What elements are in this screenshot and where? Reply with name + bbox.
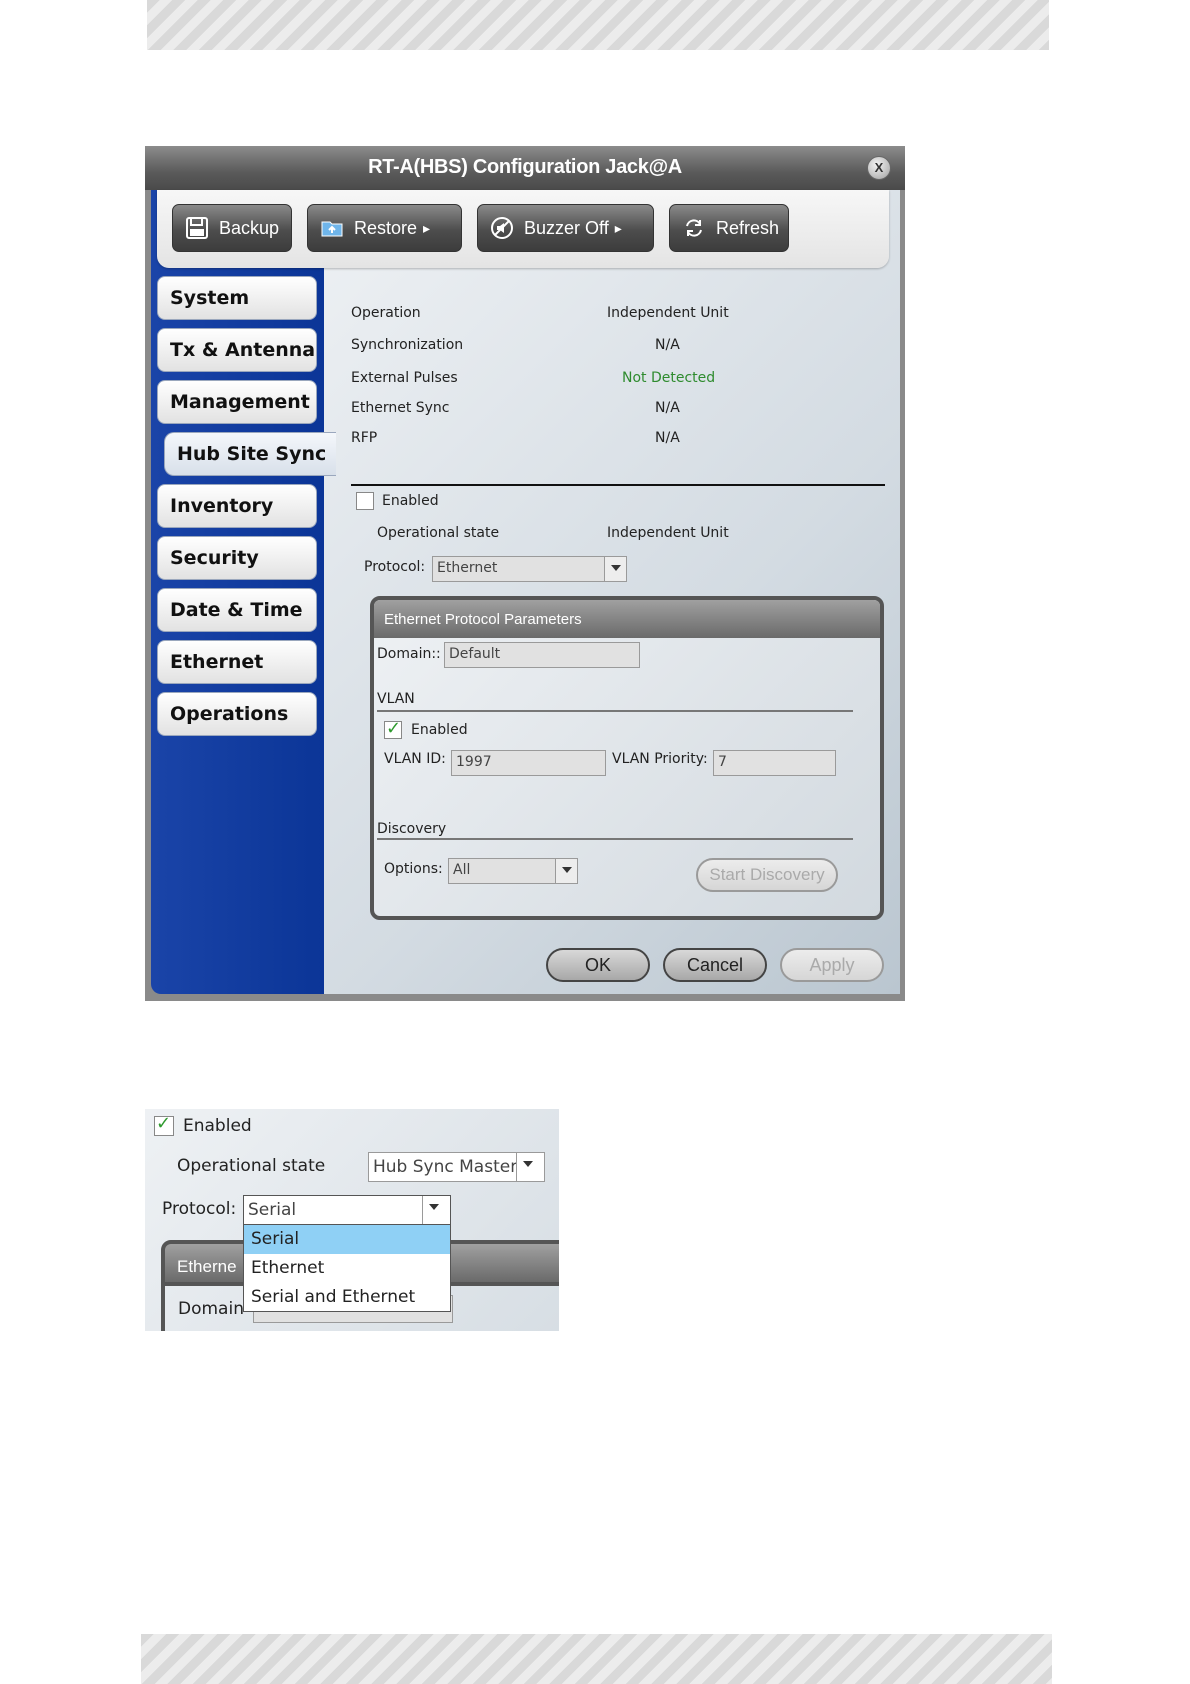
- ok-button[interactable]: OK: [546, 948, 650, 982]
- snippet-operational-state-select[interactable]: Hub Sync Master: [368, 1152, 545, 1182]
- hss-enabled-checkbox[interactable]: [356, 492, 374, 510]
- domain-field[interactable]: Default: [444, 642, 640, 668]
- vlan-enabled-label: Enabled: [411, 722, 468, 738]
- snippet-domain-label: Domain: [178, 1299, 244, 1319]
- backup-label: Backup: [219, 217, 280, 238]
- discovery-divider: [377, 838, 853, 840]
- dropdown-option-serial-and-ethernet[interactable]: Serial and Ethernet: [244, 1283, 450, 1312]
- title-bar[interactable]: RT-A(HBS) Configuration Jack@A X: [145, 146, 905, 190]
- vlan-section-title: VLAN: [377, 691, 415, 707]
- close-button[interactable]: X: [867, 156, 891, 180]
- protocol-select[interactable]: Ethernet: [432, 556, 627, 582]
- group-header: Ethernet Protocol Parameters: [374, 600, 880, 638]
- dropdown-option-ethernet[interactable]: Ethernet: [244, 1254, 450, 1283]
- snippet-protocol-value: Serial: [248, 1200, 297, 1220]
- vlan-priority-label: VLAN Priority:: [612, 751, 708, 767]
- save-icon: [186, 217, 208, 239]
- nav-inventory[interactable]: Inventory: [157, 484, 317, 528]
- nav-tx-antenna[interactable]: Tx & Antenna: [157, 328, 317, 372]
- section-divider: [351, 484, 885, 486]
- page-footer-band: [141, 1634, 1052, 1684]
- chevron-down-icon[interactable]: [516, 1153, 544, 1181]
- nav-hub-site-sync[interactable]: Hub Site Sync: [164, 432, 336, 476]
- folder-icon: [321, 221, 343, 237]
- refresh-button[interactable]: Refresh: [669, 204, 789, 252]
- chevron-down-icon[interactable]: [555, 859, 577, 883]
- apply-button[interactable]: Apply: [780, 948, 884, 982]
- vlan-id-label: VLAN ID:: [384, 751, 446, 767]
- status-label-operation: Operation: [351, 305, 421, 321]
- cancel-button[interactable]: Cancel: [663, 948, 767, 982]
- chevron-down-icon[interactable]: [422, 1196, 450, 1224]
- buzzer-off-label: Buzzer Off: [524, 217, 609, 238]
- snippet-operational-state-label: Operational state: [177, 1156, 326, 1176]
- snippet-enabled-label: Enabled: [183, 1116, 252, 1136]
- nav-operations[interactable]: Operations: [157, 692, 317, 736]
- nav-management[interactable]: Management: [157, 380, 317, 424]
- status-value-external-pulses: Not Detected: [622, 370, 716, 386]
- toolbar: Backup Restore ▸ Buzzer Off ▸ Refresh: [157, 190, 889, 268]
- nav-system[interactable]: System: [157, 276, 317, 320]
- window-title: RT-A(HBS) Configuration Jack@A: [368, 156, 682, 178]
- start-discovery-button[interactable]: Start Discovery: [696, 858, 838, 892]
- protocol-label: Protocol:: [364, 559, 426, 575]
- dropdown-option-serial[interactable]: Serial: [244, 1225, 450, 1254]
- nav-ethernet[interactable]: Ethernet: [157, 640, 317, 684]
- status-value-operation: Independent Unit: [607, 305, 729, 321]
- refresh-icon: [686, 219, 702, 237]
- domain-label: Domain::: [377, 646, 441, 662]
- vlan-id-field[interactable]: 1997: [451, 750, 606, 776]
- chevron-down-icon[interactable]: [604, 557, 626, 581]
- status-label-ethernet-sync: Ethernet Sync: [351, 400, 450, 416]
- restore-button[interactable]: Restore ▸: [307, 204, 462, 252]
- buzzer-submenu-arrow: ▸: [614, 219, 622, 236]
- status-value-ethernet-sync: N/A: [655, 400, 680, 416]
- discovery-section-title: Discovery: [377, 821, 447, 837]
- group-title: Ethernet Protocol Parameters: [384, 611, 582, 628]
- snippet-protocol-label: Protocol:: [162, 1199, 237, 1219]
- discovery-options-value: All: [453, 862, 471, 878]
- hss-enabled-label: Enabled: [382, 493, 439, 509]
- restore-label: Restore: [354, 217, 418, 238]
- backup-button[interactable]: Backup: [172, 204, 292, 252]
- vlan-divider: [377, 710, 853, 712]
- refresh-label: Refresh: [716, 217, 780, 238]
- snippet-protocol-select[interactable]: Serial: [243, 1195, 451, 1225]
- snippet-enabled-checkbox[interactable]: [154, 1113, 174, 1136]
- protocol-select-value: Ethernet: [437, 560, 498, 576]
- status-label-synchronization: Synchronization: [351, 337, 464, 353]
- operational-state-value: Independent Unit: [607, 525, 729, 541]
- nav-security[interactable]: Security: [157, 536, 317, 580]
- discovery-options-label: Options:: [384, 861, 443, 877]
- speaker-mute-icon: [491, 217, 513, 239]
- restore-submenu-arrow: ▸: [423, 219, 431, 236]
- status-label-rfp: RFP: [351, 430, 378, 446]
- nav-date-time[interactable]: Date & Time: [157, 588, 317, 632]
- discovery-options-select[interactable]: All: [448, 858, 578, 884]
- snippet-operational-state-value: Hub Sync Master: [373, 1157, 518, 1177]
- protocol-dropdown-snippet: Enabled Operational state Hub Sync Maste…: [145, 1109, 559, 1331]
- status-value-rfp: N/A: [655, 430, 680, 446]
- vlan-priority-field[interactable]: 7: [713, 750, 836, 776]
- snippet-group-title: Etherne: [177, 1257, 237, 1276]
- vlan-enabled-checkbox[interactable]: [384, 718, 402, 739]
- operational-state-label: Operational state: [377, 525, 500, 541]
- page-header-band: [147, 0, 1049, 50]
- status-label-external-pulses: External Pulses: [351, 370, 458, 386]
- protocol-dropdown-list: Serial Ethernet Serial and Ethernet: [243, 1224, 451, 1312]
- status-value-synchronization: N/A: [655, 337, 680, 353]
- buzzer-off-button[interactable]: Buzzer Off ▸: [477, 204, 654, 252]
